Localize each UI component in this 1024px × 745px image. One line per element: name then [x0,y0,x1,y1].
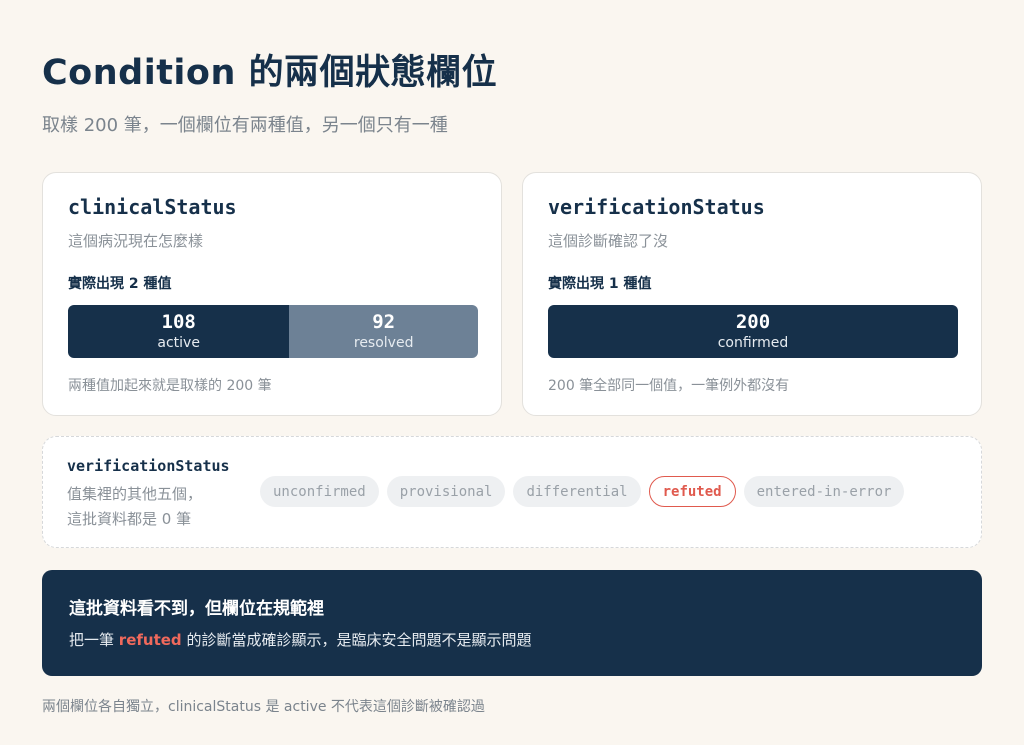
bar-segment-active: 108 active [68,305,290,358]
segment-count: 92 [372,310,396,333]
value-chip-unconfirmed: unconfirmed [260,476,379,507]
callout-body-accent: refuted [118,631,182,649]
segment-label: active [157,334,200,351]
callout-body-before: 把一筆 [69,631,115,649]
segment-label: resolved [353,334,414,351]
other-values-desc-line1: 值集裡的其他五個， [67,485,203,503]
card-note: 兩種值加起來就是取樣的 200 筆 [68,378,272,394]
clinical-status-bar: 108 active 92 resolved [68,305,478,358]
other-values-field-name: verificationStatus [67,457,230,475]
value-chip-list: unconfirmed provisional differential ref… [260,476,905,507]
segment-label: confirmed [717,334,789,351]
footer-note: 兩個欄位各自獨立，clinicalStatus 是 active 不代表這個診斷… [42,699,485,715]
callout-heading: 這批資料看不到，但欄位在規範裡 [69,599,324,619]
warning-callout: 這批資料看不到，但欄位在規範裡 把一筆 refuted 的診斷當成確診顯示，是臨… [42,570,982,676]
card-count-label: 實際出現 1 種值 [548,276,652,292]
bar-segment-confirmed: 200 confirmed [548,305,958,358]
value-chip-differential: differential [513,476,641,507]
verification-status-card: verificationStatus 這個診斷確認了沒 實際出現 1 種值 20… [522,172,982,416]
value-chip-entered-in-error: entered-in-error [743,476,905,507]
card-field-name: clinicalStatus [68,195,237,219]
callout-body-after: 的診斷當成確診顯示，是臨床安全問題不是顯示問題 [186,631,532,649]
other-values-desc-line2: 這批資料都是 0 筆 [67,510,192,528]
card-count-label: 實際出現 2 種值 [68,276,172,292]
card-note: 200 筆全部同一個值，一筆例外都沒有 [548,378,790,394]
segment-count: 108 [161,310,196,333]
page-subtitle: 取樣 200 筆，一個欄位有兩種值，另一個只有一種 [42,115,448,136]
segment-count: 200 [735,310,771,333]
card-description: 這個診斷確認了沒 [548,232,669,250]
bar-segment-resolved: 92 resolved [289,305,478,358]
clinical-status-card: clinicalStatus 這個病況現在怎麼樣 實際出現 2 種值 108 a… [42,172,502,416]
value-chip-refuted: refuted [648,476,736,507]
callout-body: 把一筆 refuted 的診斷當成確診顯示，是臨床安全問題不是顯示問題 [69,629,531,650]
value-chip-provisional: provisional [386,476,506,507]
card-field-name: verificationStatus [548,195,765,219]
verification-status-bar: 200 confirmed [548,305,958,358]
card-description: 這個病況現在怎麼樣 [68,232,204,250]
other-values-panel: verificationStatus 值集裡的其他五個， 這批資料都是 0 筆 … [42,436,982,548]
page-title: Condition 的兩個狀態欄位 [42,53,498,93]
